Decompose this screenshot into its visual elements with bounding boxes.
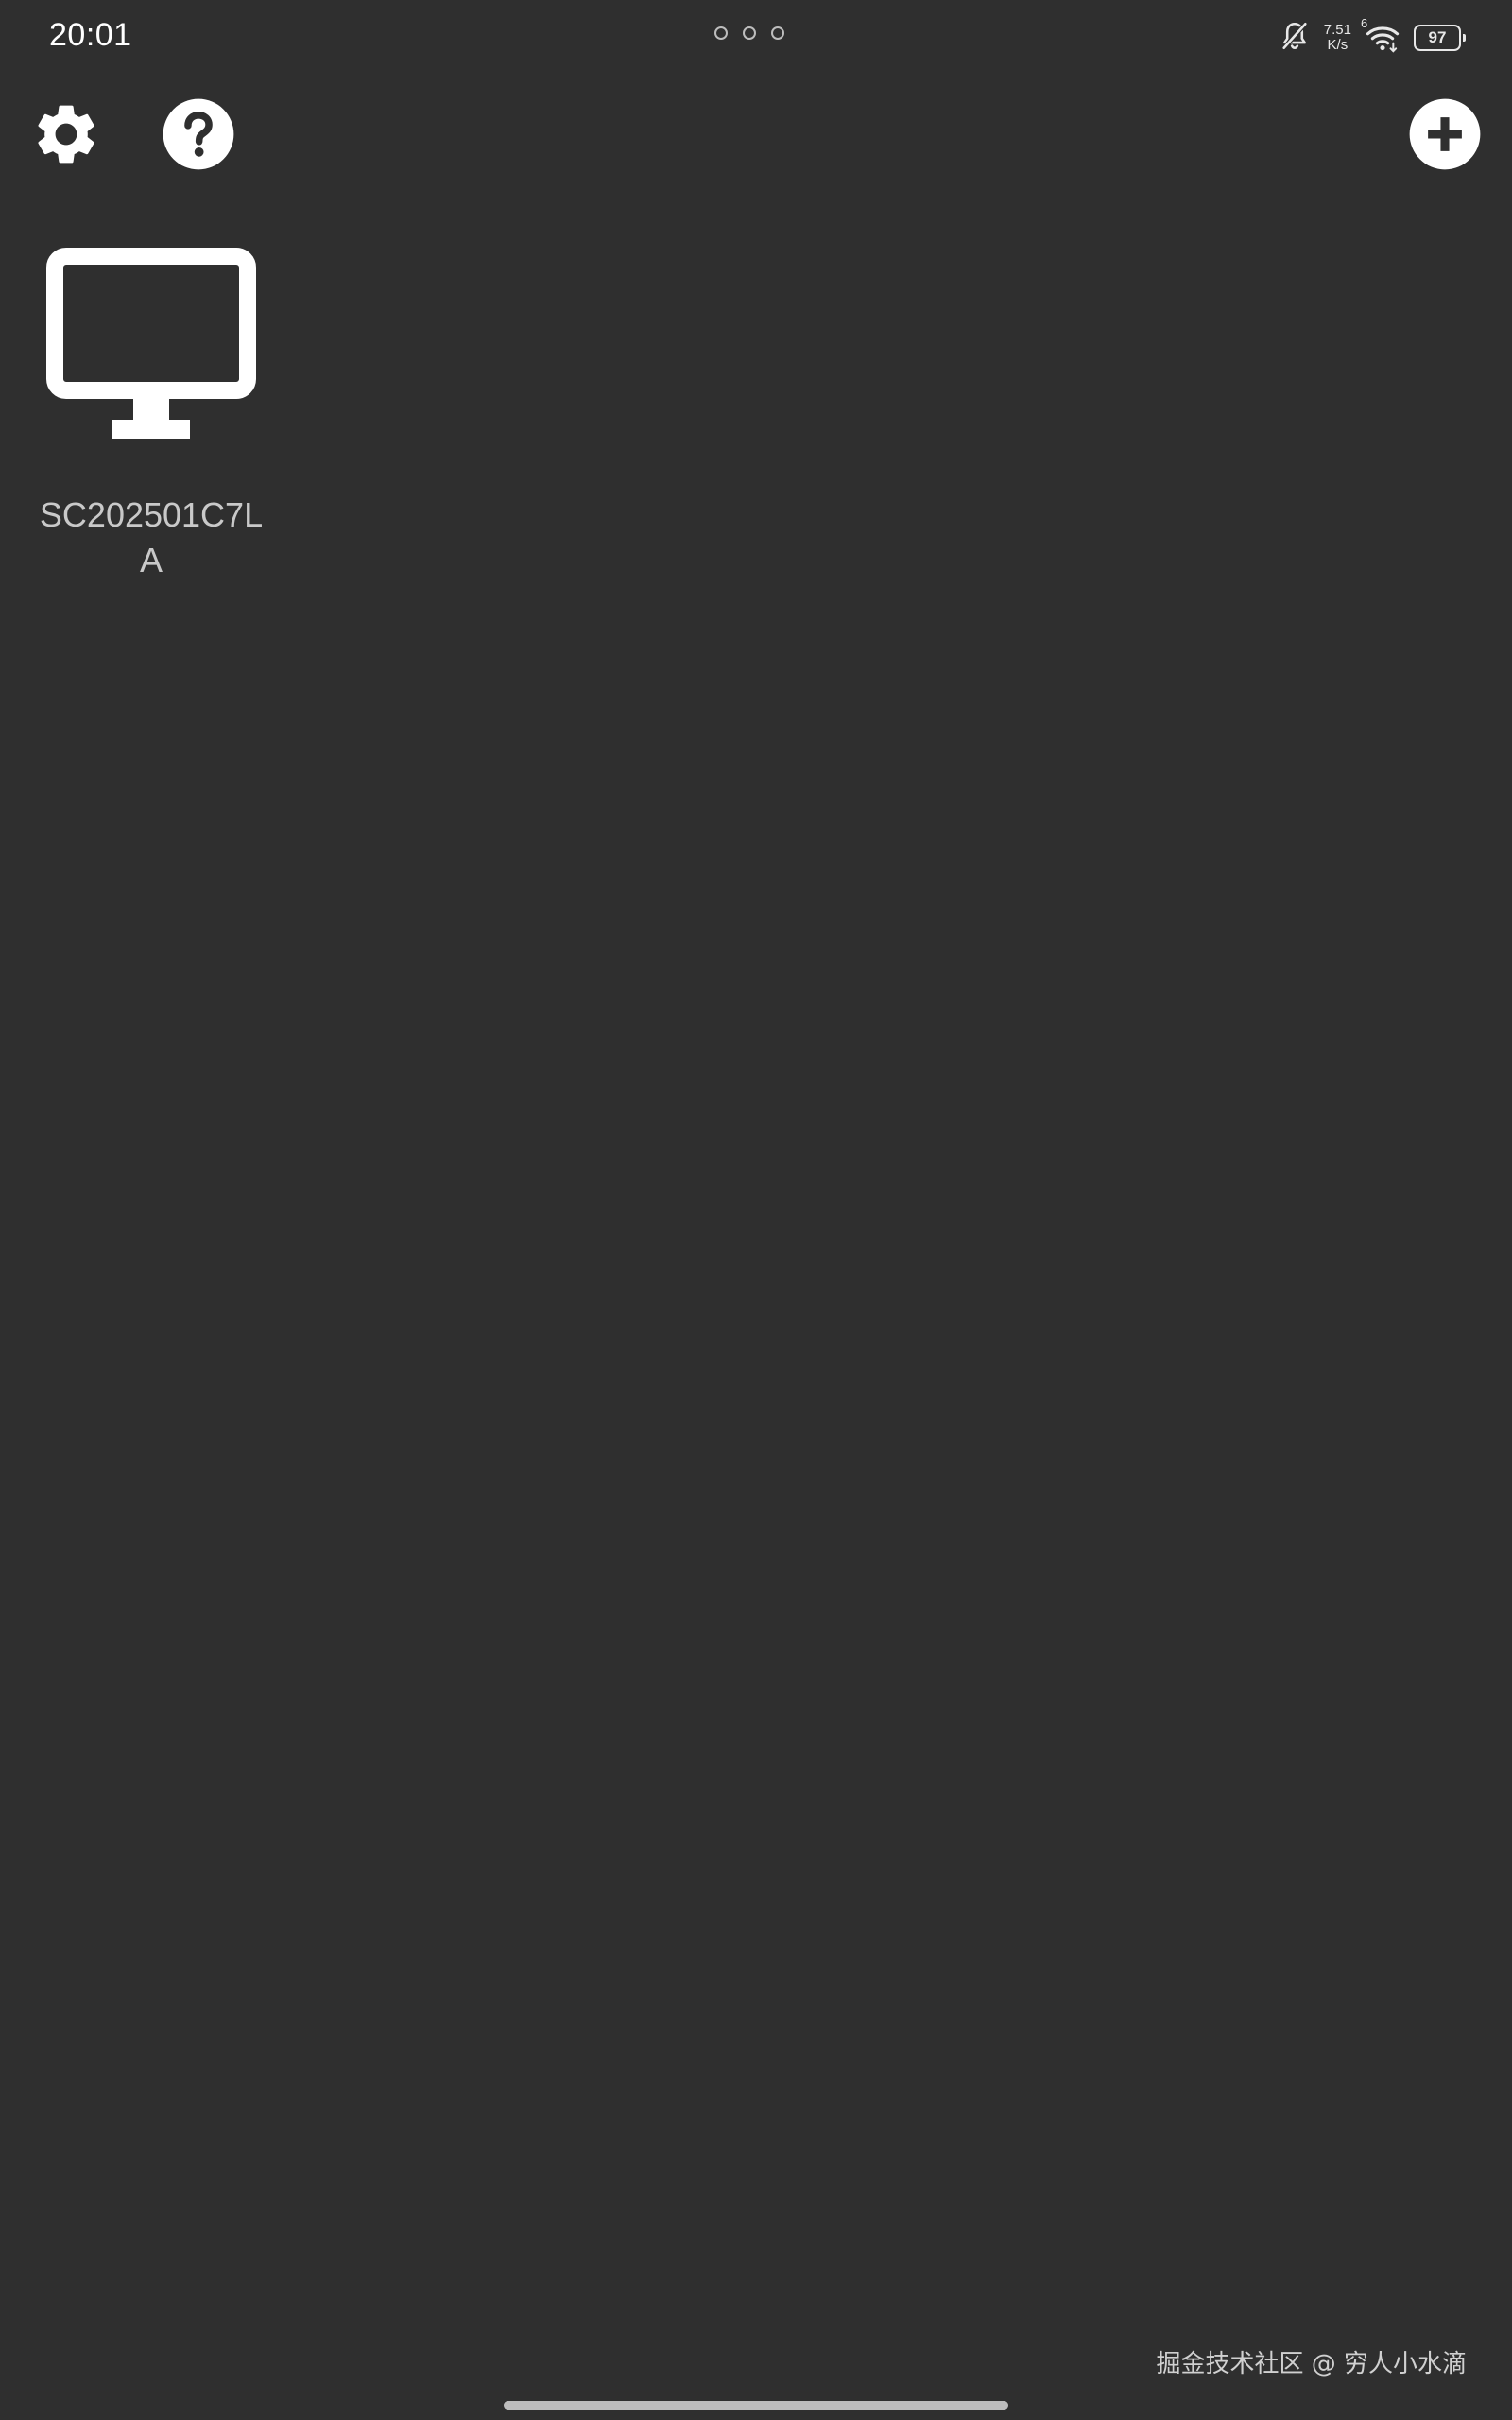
help-icon — [162, 97, 235, 176]
add-icon — [1408, 97, 1482, 176]
help-button[interactable] — [161, 98, 236, 174]
status-dots — [714, 26, 784, 40]
network-speed-value: 7.51 — [1323, 22, 1351, 38]
gear-icon — [30, 98, 102, 175]
status-dot — [771, 26, 784, 40]
status-bar: 20:01 7.51 K/s 6 97 — [0, 0, 1512, 76]
network-speed-unit: K/s — [1327, 37, 1349, 53]
settings-button[interactable] — [28, 98, 104, 174]
wifi-icon: 6 — [1361, 16, 1400, 54]
watermark: 掘金技术社区 @ 穷人小水滴 — [1156, 2350, 1467, 2378]
bell-off-icon — [1279, 20, 1311, 57]
status-indicators: 7.51 K/s 6 97 — [1279, 16, 1466, 57]
status-dot — [714, 26, 728, 40]
device-tile[interactable]: SC202501C7LA — [28, 248, 274, 583]
status-time: 20:01 — [49, 17, 132, 53]
network-speed: 7.51 K/s — [1324, 23, 1351, 53]
add-device-button[interactable] — [1407, 98, 1483, 174]
battery-icon: 97 — [1414, 25, 1466, 51]
wifi-badge: 6 — [1361, 16, 1368, 30]
monitor-icon — [46, 248, 256, 453]
device-name: SC202501C7LA — [39, 495, 264, 579]
battery-level: 97 — [1428, 28, 1447, 46]
status-dot — [743, 26, 756, 40]
home-indicator[interactable] — [504, 2401, 1008, 2410]
